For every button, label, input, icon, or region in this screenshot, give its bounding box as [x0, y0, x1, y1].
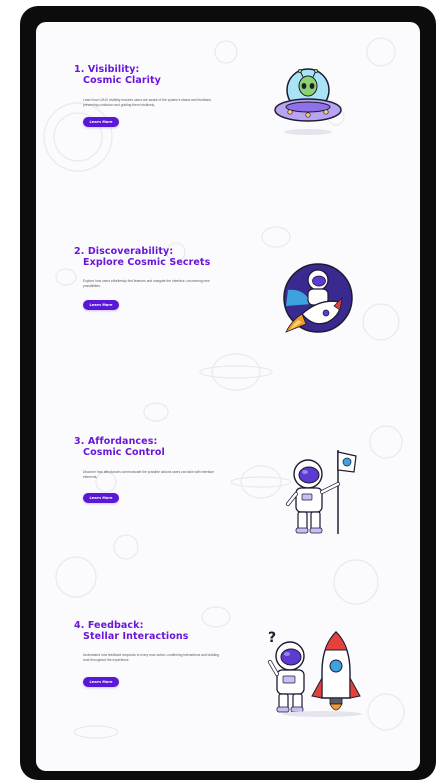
feature-section-feedback: 4. Feedback: Stellar Interactions Unders…	[36, 616, 420, 756]
section-title: 1. Visibility: Cosmic Clarity	[74, 64, 161, 86]
section-description: Learn how UI/UX visibility ensures users…	[83, 98, 212, 107]
astronaut-rocket-icon	[283, 263, 353, 333]
learn-more-button[interactable]: Learn More	[83, 300, 119, 310]
section-title: 4. Feedback: Stellar Interactions	[74, 620, 189, 642]
learn-more-button[interactable]: Learn More	[83, 493, 119, 503]
page-screen: 1. Visibility: Cosmic Clarity Learn how …	[36, 22, 420, 771]
svg-text:?: ?	[268, 630, 276, 646]
learn-more-button[interactable]: Learn More	[83, 677, 119, 687]
section-title: 3. Affordances: Cosmic Control	[74, 436, 165, 458]
section-description: Discover how affordances communicate the…	[83, 470, 214, 479]
astronaut-question-rocket-icon: ?	[268, 630, 362, 717]
learn-more-button[interactable]: Learn More	[83, 117, 119, 127]
feature-section-discoverability: 2. Discoverability: Explore Cosmic Secre…	[36, 242, 420, 382]
section-description: Explore how users effortlessly find feat…	[83, 279, 210, 288]
section-title: 2. Discoverability: Explore Cosmic Secre…	[74, 246, 211, 268]
section-description: Understand how feedback responds to ever…	[83, 653, 219, 662]
feature-section-affordances: 3. Affordances: Cosmic Control Discover …	[36, 424, 420, 564]
feature-section-visibility: 1. Visibility: Cosmic Clarity Learn how …	[36, 60, 420, 200]
alien-ufo-icon	[274, 68, 342, 135]
astronaut-flag-icon	[286, 450, 357, 534]
device-frame: 1. Visibility: Cosmic Clarity Learn how …	[20, 6, 436, 780]
